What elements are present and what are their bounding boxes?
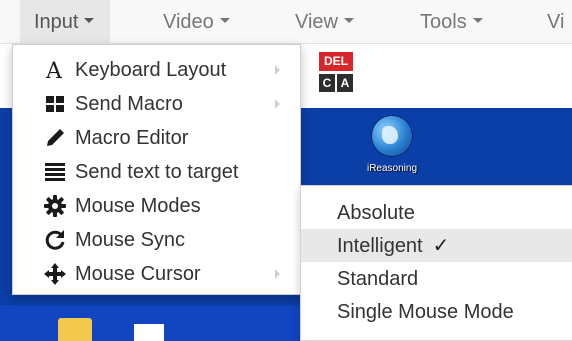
mouse-mode-label: Standard — [337, 268, 419, 290]
mouse-mode-label: Intelligent — [337, 235, 423, 257]
menu-item-send-text[interactable]: Send text to target — [13, 155, 300, 189]
menu-item-send-macro[interactable]: Send Macro — [13, 87, 300, 121]
desktop-shortcut-label: iReasoning — [366, 163, 418, 174]
document-icon — [134, 324, 164, 341]
chevron-down-icon — [219, 18, 230, 24]
mouse-mode-single[interactable]: Single Mouse Mode — [301, 295, 572, 328]
menu-item-label: Mouse Sync — [75, 229, 186, 251]
move-arrows-icon — [43, 262, 67, 286]
menu-tools[interactable]: Tools — [420, 0, 483, 44]
mouse-mode-label: Absolute — [337, 202, 415, 224]
menu-item-mouse-sync[interactable]: Mouse Sync — [13, 223, 300, 257]
menu-input[interactable]: Input — [20, 0, 111, 44]
chevron-right-icon — [275, 65, 280, 75]
pencil-icon — [43, 126, 67, 150]
svg-text:A: A — [45, 59, 63, 82]
list-icon — [43, 160, 67, 184]
mouse-mode-intelligent[interactable]: Intelligent ✓ — [301, 229, 572, 262]
gear-icon — [43, 194, 67, 218]
menu-tools-label: Tools — [420, 11, 467, 33]
grid-icon — [43, 92, 67, 116]
input-dropdown-menu: A Keyboard Layout Send Macro Macro Edito… — [12, 44, 301, 295]
chevron-right-icon — [275, 269, 280, 279]
mouse-mode-standard[interactable]: Standard — [301, 262, 572, 295]
chevron-down-icon — [344, 18, 354, 24]
menu-video[interactable]: Video — [163, 0, 230, 44]
menu-view-label: View — [295, 11, 338, 33]
menu-more-label: Vi — [547, 11, 565, 33]
refresh-icon — [43, 228, 67, 252]
menu-input-label: Input — [34, 11, 79, 33]
menu-item-mouse-modes[interactable]: Mouse Modes — [13, 189, 300, 223]
menu-item-keyboard-layout[interactable]: A Keyboard Layout — [13, 53, 300, 87]
menu-item-label: Send text to target — [75, 161, 239, 183]
menu-item-macro-editor[interactable]: Macro Editor — [13, 121, 300, 155]
menu-item-label: Macro Editor — [75, 127, 189, 149]
mouse-mode-label-wrap: Intelligent ✓ — [337, 233, 449, 259]
mouse-mode-absolute[interactable]: Absolute — [301, 196, 572, 229]
del-key-icon: DEL — [319, 52, 353, 71]
chevron-down-icon — [472, 18, 483, 24]
desktop-shortcut[interactable]: iReasoning — [366, 116, 418, 186]
menubar: Input Video View Tools Vi — [0, 0, 572, 44]
menu-video-label: Video — [163, 11, 214, 33]
ctrl-key-icon: C — [319, 74, 335, 92]
menu-item-mouse-cursor[interactable]: Mouse Cursor — [13, 257, 300, 291]
menu-more[interactable]: Vi — [547, 0, 564, 44]
alt-key-icon: A — [337, 74, 353, 92]
menu-item-label: Send Macro — [75, 93, 183, 115]
menu-item-label: Mouse Modes — [75, 195, 201, 217]
mouse-mode-label: Single Mouse Mode — [337, 301, 514, 323]
menu-item-label: Keyboard Layout — [75, 59, 227, 81]
folder-icon — [58, 318, 92, 341]
menu-view[interactable]: View — [295, 0, 354, 44]
chevron-down-icon — [84, 18, 95, 24]
checkmark-icon: ✓ — [432, 235, 450, 257]
mouse-modes-submenu: Absolute Intelligent ✓ Standard Single Mo… — [300, 185, 572, 341]
ctrl-alt-del-button[interactable]: DEL C A — [319, 52, 353, 100]
globe-icon — [372, 116, 412, 156]
menu-item-label: Mouse Cursor — [75, 263, 201, 285]
letter-a-icon: A — [43, 58, 67, 84]
chevron-right-icon — [275, 99, 280, 109]
